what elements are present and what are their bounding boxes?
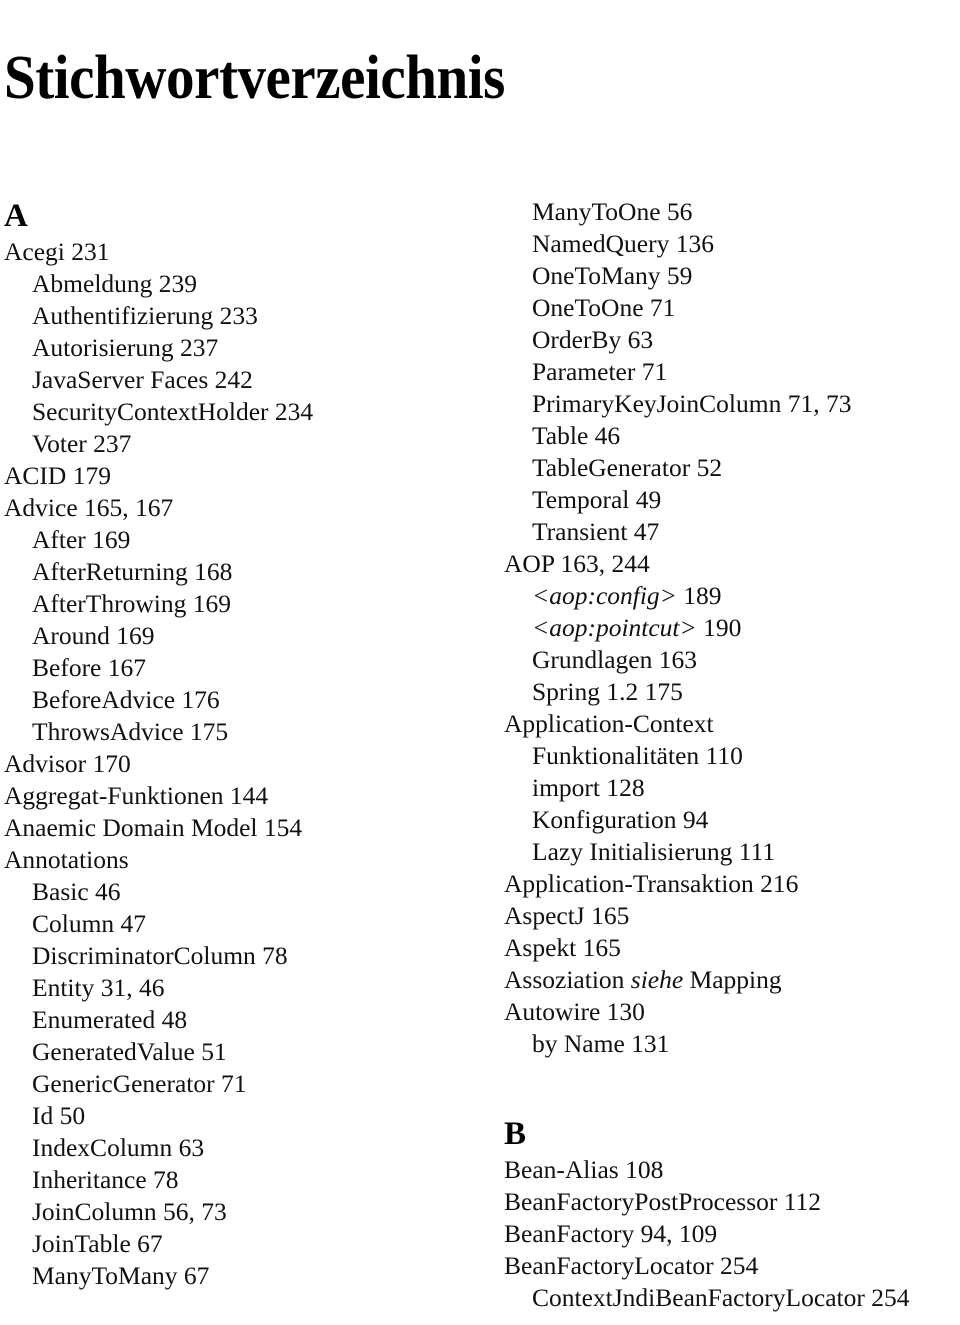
index-entry-namedquery-136: NamedQuery 136: [532, 229, 714, 258]
index-entry-aop-163-244: AOP 163, 244: [504, 549, 650, 578]
index-entry-beforeadvice-176: BeforeAdvice 176: [32, 685, 220, 714]
index-entry-pages: 189: [676, 581, 722, 610]
index-entry-anaemic-domain-model-154: Anaemic Domain Model 154: [4, 813, 303, 842]
index-entry-afterreturning-168: AfterReturning 168: [32, 557, 233, 586]
index-columns: A Acegi 231 Abmeldung 239 Authentifizierung…: [0, 196, 960, 1325]
index-entry-column-47: Column 47: [32, 909, 147, 938]
index-entry-javaserver-faces-242: JavaServer Faces 242: [32, 365, 253, 394]
index-entry-manytoone-56: ManyToOne 56: [532, 197, 693, 226]
index-entry-by-name-131: by Name 131: [532, 1029, 670, 1058]
index-entry-italic-term: <aop:config>: [532, 581, 677, 610]
index-entry-discriminatorcolumn-78: DiscriminatorColumn 78: [32, 941, 288, 970]
index-entry-konfiguration-94: Konfiguration 94: [532, 805, 709, 834]
index-entry-joincolumn-56-73: JoinColumn 56, 73: [32, 1197, 227, 1226]
index-entry-acid-179: ACID 179: [4, 461, 111, 490]
index-entry-crossref-target: Mapping: [683, 965, 782, 994]
index-entry-beanfactorypostprocessor-112: BeanFactoryPostProcessor 112: [504, 1187, 822, 1216]
index-entry-aoppointcut: <aop:pointcut> 190: [504, 612, 960, 644]
index-entry-temporal-49: Temporal 49: [532, 485, 662, 514]
index-entry-onetoone-71: OneToOne 71: [532, 293, 676, 322]
index-entry-bean-alias-108: Bean-Alias 108: [504, 1155, 664, 1184]
index-entry-autowire-130: Autowire 130: [504, 997, 645, 1026]
index-entry-genericgenerator-71: GenericGenerator 71: [32, 1069, 247, 1098]
index-entry-enumerated-48: Enumerated 48: [32, 1005, 188, 1034]
index-entry-generatedvalue-51: GeneratedValue 51: [32, 1037, 227, 1066]
index-entry-application-context: Application-Context: [504, 709, 714, 738]
index-entry-crossref-siehe: siehe: [630, 965, 684, 994]
index-entry-annotations: Annotations: [4, 845, 129, 874]
index-entry-entity-31-46: Entity 31, 46: [32, 973, 165, 1002]
index-entry-italic-term: <aop:pointcut>: [532, 613, 697, 642]
index-entry-grundlagen-163: Grundlagen 163: [532, 645, 698, 674]
index-page: Stichwortverzeichnis A Acegi 231 Abmeldung…: [0, 0, 960, 1325]
index-entry-manytomany-67: ManyToMany 67: [32, 1261, 210, 1290]
index-entry-assoziation: Assoziation siehe Mapping: [504, 964, 960, 996]
index-entry-aspectj-165: AspectJ 165: [504, 901, 630, 930]
index-entry-acegi-231: Acegi 231: [4, 237, 110, 266]
index-entry-application-transaktion-216: Application-Transaktion 216: [504, 869, 799, 898]
index-entry-abmeldung-239: Abmeldung 239: [32, 269, 198, 298]
index-entry-parameter-71: Parameter 71: [532, 357, 668, 386]
section-letter-a: A: [4, 198, 28, 234]
index-entry-indexcolumn-63: IndexColumn 63: [32, 1133, 205, 1162]
index-entry-import-128: import 128: [532, 773, 645, 802]
index-entry-primarykeyjoincolumn-71-73: PrimaryKeyJoinColumn 71, 73: [532, 389, 852, 418]
section-letter-b: B: [504, 1116, 527, 1152]
index-entry-advice-165-167: Advice 165, 167: [4, 493, 174, 522]
index-entry-basic-46: Basic 46: [32, 877, 121, 906]
index-entry-authentifizierung-233: Authentifizierung 233: [32, 301, 258, 330]
index-entry-tablegenerator-52: TableGenerator 52: [532, 453, 723, 482]
index-entry-aspekt-165: Aspekt 165: [504, 933, 621, 962]
index-entry-before-167: Before 167: [32, 653, 147, 682]
index-entry-jointable-67: JoinTable 67: [32, 1229, 163, 1258]
index-entry-beanfactory-94-109: BeanFactory 94, 109: [504, 1219, 718, 1248]
index-entry-securitycontextholder-234: SecurityContextHolder 234: [32, 397, 314, 426]
index-entry-advisor-170: Advisor 170: [4, 749, 131, 778]
index-entry-around-169: Around 169: [32, 621, 155, 650]
index-entry-id-50: Id 50: [32, 1101, 86, 1130]
index-entry-aopconfig: <aop:config> 189: [504, 580, 960, 612]
index-entry-inheritance-78: Inheritance 78: [32, 1165, 179, 1194]
index-entry-aggregat-funktionen-144: Aggregat-Funktionen 144: [4, 781, 269, 810]
index-column-left: A Acegi 231 Abmeldung 239 Authentifizierung…: [4, 196, 474, 1292]
index-entry-afterthrowing-169: AfterThrowing 169: [32, 589, 231, 618]
index-entry-orderby-63: OrderBy 63: [532, 325, 654, 354]
index-entry-table-46: Table 46: [532, 421, 621, 450]
index-entry-lazy-initialisierung-111: Lazy Initialisierung 111: [532, 837, 776, 866]
index-entry-beanfactorylocator-254: BeanFactoryLocator 254: [504, 1251, 759, 1280]
index-entry-after-169: After 169: [32, 525, 131, 554]
index-entry-pages: 190: [696, 613, 742, 642]
page-title: Stichwortverzeichnis: [4, 43, 505, 112]
index-column-right: ManyToOne 56 NamedQuery 136 OneToMany 59 On…: [504, 196, 960, 1314]
index-entry-autorisierung-237: Autorisierung 237: [32, 333, 219, 362]
index-entry-contextjndibeanfactorylocator-254: ContextJndiBeanFactoryLocator 254: [532, 1283, 910, 1312]
index-entry-spring-12-175: Spring 1.2 175: [532, 677, 683, 706]
index-entry-voter-237: Voter 237: [32, 429, 132, 458]
index-entry-onetomany-59: OneToMany 59: [532, 261, 693, 290]
index-entry-funktionalitäten-110: Funktionalitäten 110: [532, 741, 743, 770]
index-entry-term: Assoziation: [504, 965, 631, 994]
index-entry-transient-47: Transient 47: [532, 517, 660, 546]
index-entry-throwsadvice-175: ThrowsAdvice 175: [32, 717, 229, 746]
